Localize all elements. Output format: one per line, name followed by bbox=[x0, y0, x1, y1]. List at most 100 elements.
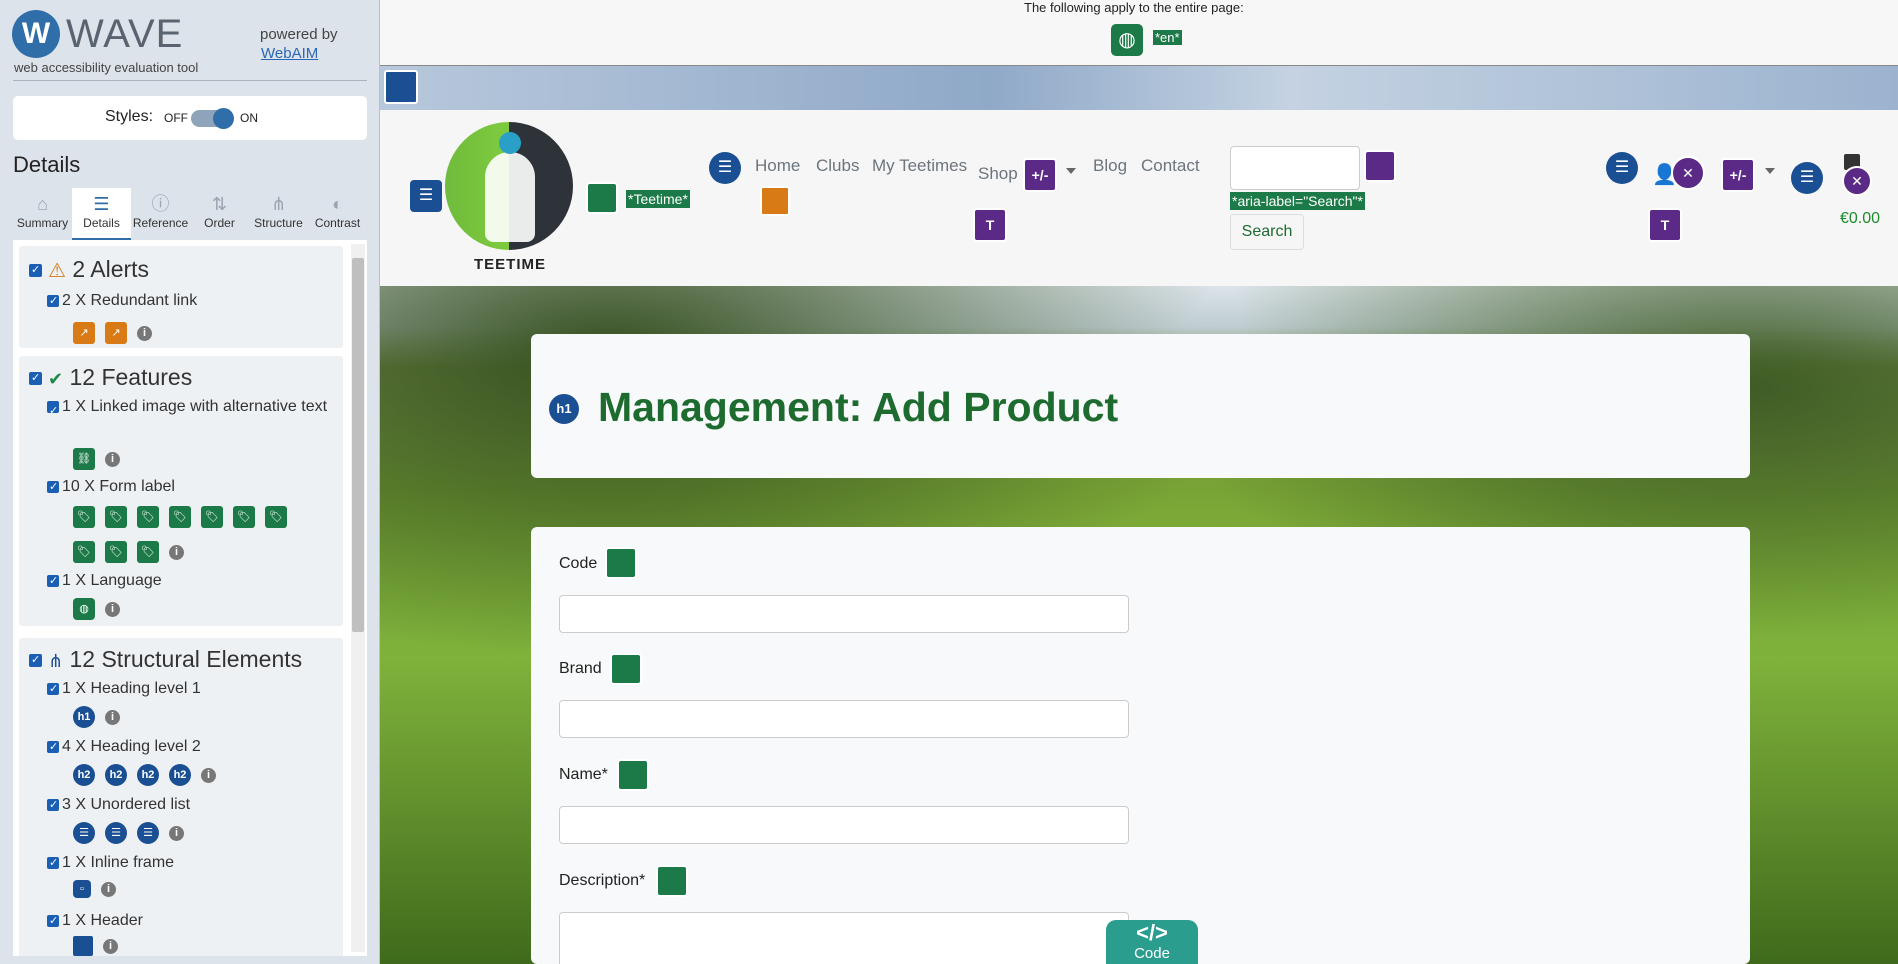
form-label-icon[interactable]: 🏷 bbox=[105, 541, 127, 563]
info-icon[interactable]: i bbox=[169, 825, 184, 841]
form-label-icon[interactable]: 🏷 bbox=[105, 506, 127, 528]
h1-icons: h1 i bbox=[73, 706, 120, 730]
info-icon[interactable]: i bbox=[103, 938, 118, 954]
list-icon[interactable]: ☰ bbox=[709, 152, 741, 184]
h1-icon[interactable]: h1 bbox=[73, 706, 95, 728]
list-icon[interactable]: ☰ bbox=[73, 822, 95, 844]
info-icon[interactable]: i bbox=[105, 709, 120, 725]
close-icon[interactable]: ✕ bbox=[1671, 156, 1705, 190]
h2-icon[interactable]: h2 bbox=[137, 764, 159, 786]
form-label-icon[interactable] bbox=[605, 547, 637, 579]
header-icon[interactable] bbox=[73, 936, 93, 956]
form-label-icon[interactable]: 🏷 bbox=[265, 506, 287, 528]
linked-image-checkbox[interactable] bbox=[47, 400, 59, 422]
nav-my-teetimes[interactable]: My Teetimes bbox=[872, 156, 967, 176]
header-icon[interactable] bbox=[384, 70, 418, 104]
info-icon[interactable]: i bbox=[137, 325, 152, 341]
tab-contrast[interactable]: ◐ Contrast bbox=[308, 188, 367, 240]
redundant-link-icon[interactable]: ↗ bbox=[105, 322, 127, 344]
list-icon[interactable]: ☰ bbox=[105, 822, 127, 844]
aria-expanded-icon[interactable]: +/- bbox=[1721, 158, 1755, 192]
nav-blog[interactable]: Blog bbox=[1093, 156, 1127, 176]
linked-image-icon[interactable] bbox=[586, 182, 618, 214]
search-button[interactable]: Search bbox=[1230, 214, 1304, 250]
search-input[interactable] bbox=[1230, 146, 1360, 190]
aria-icon[interactable]: T bbox=[1648, 208, 1682, 242]
nav-home[interactable]: Home bbox=[755, 156, 800, 176]
nav-contact[interactable]: Contact bbox=[1141, 156, 1200, 176]
tab-summary[interactable]: ⌂ Summary bbox=[13, 188, 72, 240]
tab-reference[interactable]: ⓘ Reference bbox=[131, 188, 190, 240]
cart-total[interactable]: €0.00 bbox=[1840, 210, 1880, 228]
language-checkbox[interactable] bbox=[47, 574, 59, 587]
redundant-link-checkbox[interactable] bbox=[47, 294, 59, 307]
form-label-icon[interactable]: 🏷 bbox=[201, 506, 223, 528]
form-label-icon[interactable] bbox=[617, 759, 649, 791]
globe-icon[interactable]: ◍ bbox=[73, 598, 95, 620]
redundant-link-icon[interactable] bbox=[760, 186, 790, 216]
list-icon[interactable]: ☰ bbox=[1606, 152, 1638, 184]
h2-icon[interactable]: h2 bbox=[169, 764, 191, 786]
chevron-down-icon[interactable] bbox=[1765, 168, 1775, 174]
form-label-icon[interactable]: 🏷 bbox=[137, 541, 159, 563]
h2-icon[interactable]: h2 bbox=[73, 764, 95, 786]
description-input[interactable] bbox=[559, 912, 1129, 964]
heading-level-2-item: 4 X Heading level 2 bbox=[47, 738, 201, 756]
name-input[interactable] bbox=[559, 806, 1129, 844]
aria-icon[interactable]: T bbox=[973, 208, 1007, 242]
alerts-heading: ⚠ 2 Alerts bbox=[29, 256, 149, 283]
nav-clubs[interactable]: Clubs bbox=[816, 156, 859, 176]
form-label-icon[interactable] bbox=[610, 653, 642, 685]
form-label-checkbox[interactable] bbox=[47, 480, 59, 493]
alerts-group: ⚠ 2 Alerts 2 X Redundant link ↗ ↗ i bbox=[19, 246, 343, 348]
h2-checkbox[interactable] bbox=[47, 740, 59, 753]
panel-scrollbar[interactable] bbox=[351, 244, 365, 952]
h1-icon[interactable]: h1 bbox=[549, 394, 579, 424]
info-icon[interactable]: i bbox=[105, 451, 120, 467]
tab-label: Structure bbox=[254, 216, 303, 230]
h2-icon[interactable]: h2 bbox=[105, 764, 127, 786]
linked-image-icon[interactable]: ⛓ bbox=[73, 448, 95, 470]
header-checkbox[interactable] bbox=[47, 914, 59, 927]
info-icon[interactable]: i bbox=[101, 881, 116, 897]
tab-order[interactable]: ⇅ Order bbox=[190, 188, 249, 240]
h1-checkbox[interactable] bbox=[47, 682, 59, 695]
form-label-item: 10 X Form label bbox=[47, 478, 175, 496]
tab-structure[interactable]: ⋔ Structure bbox=[249, 188, 308, 240]
scrollbar-thumb[interactable] bbox=[352, 258, 364, 632]
alerts-checkbox[interactable] bbox=[29, 263, 42, 278]
styles-toggle-switch[interactable] bbox=[191, 108, 234, 129]
brand-label: Brand bbox=[559, 660, 602, 677]
webaim-link[interactable]: WebAIM bbox=[261, 45, 318, 62]
list-icon[interactable]: ☰ bbox=[137, 822, 159, 844]
redundant-link-icon[interactable]: ↗ bbox=[73, 322, 95, 344]
info-icon[interactable]: i bbox=[105, 601, 120, 617]
form-label-icon[interactable]: 🏷 bbox=[73, 506, 95, 528]
chevron-down-icon[interactable] bbox=[1066, 168, 1076, 174]
form-label-icon[interactable]: 🏷 bbox=[137, 506, 159, 528]
form-label-icon[interactable]: 🏷 bbox=[73, 541, 95, 563]
code-toggle-button[interactable]: </> Code bbox=[1106, 920, 1198, 964]
aria-label-icon[interactable] bbox=[1364, 150, 1396, 182]
iframe-checkbox[interactable] bbox=[47, 856, 59, 869]
iframe-icon[interactable]: ▫ bbox=[73, 880, 91, 898]
form-label-icon[interactable]: 🏷 bbox=[169, 506, 191, 528]
tab-details[interactable]: ☰ Details bbox=[72, 188, 131, 240]
info-icon[interactable]: i bbox=[201, 767, 216, 783]
teetime-logo[interactable] bbox=[445, 122, 573, 250]
language-note: The following apply to the entire page: bbox=[1024, 0, 1244, 15]
info-icon[interactable]: i bbox=[169, 544, 184, 560]
code-input[interactable] bbox=[559, 595, 1129, 633]
nav-shop[interactable]: Shop bbox=[978, 164, 1018, 184]
ul-checkbox[interactable] bbox=[47, 798, 59, 811]
features-checkbox[interactable] bbox=[29, 371, 42, 386]
structure-checkbox[interactable] bbox=[29, 653, 42, 668]
list-icon[interactable]: ☰ bbox=[410, 180, 442, 212]
brand-input[interactable] bbox=[559, 700, 1129, 738]
list-icon[interactable]: ☰ bbox=[1791, 162, 1823, 194]
globe-icon[interactable]: ◍ bbox=[1111, 24, 1143, 56]
form-label-icon[interactable]: 🏷 bbox=[233, 506, 255, 528]
form-label-icon[interactable] bbox=[656, 865, 688, 897]
close-icon[interactable]: ✕ bbox=[1842, 166, 1872, 196]
aria-expanded-icon[interactable]: +/- bbox=[1023, 158, 1057, 192]
